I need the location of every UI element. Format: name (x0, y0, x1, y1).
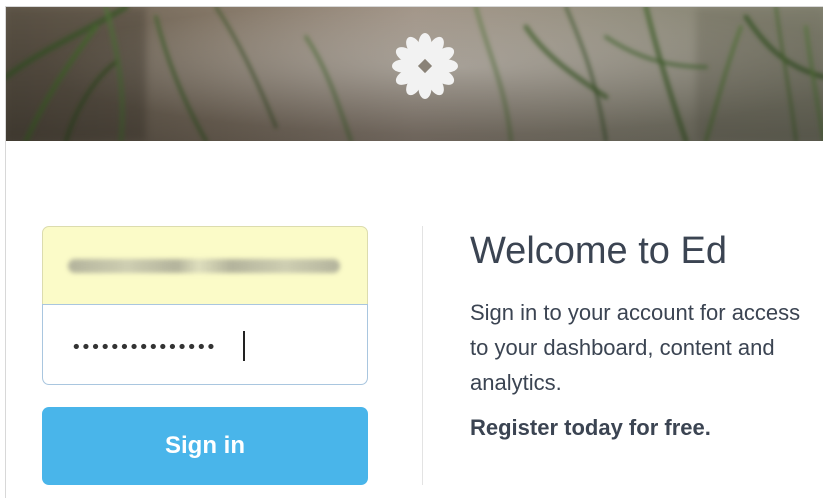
username-input[interactable] (42, 226, 368, 306)
flower-logo-icon (386, 27, 464, 105)
page-title: Welcome to Ed (470, 230, 727, 272)
register-callout: Register today for free. (470, 415, 711, 440)
welcome-description: Sign in to your account for access to yo… (470, 300, 801, 395)
signin-page: ••••••••••••••• Sign in Welcome to Ed Si… (5, 6, 823, 498)
header-banner (6, 7, 823, 141)
welcome-panel: Welcome to Ed Sign in to your account fo… (470, 223, 823, 445)
column-divider (422, 226, 423, 485)
signin-button[interactable]: Sign in (42, 407, 368, 485)
password-input[interactable] (42, 304, 368, 385)
